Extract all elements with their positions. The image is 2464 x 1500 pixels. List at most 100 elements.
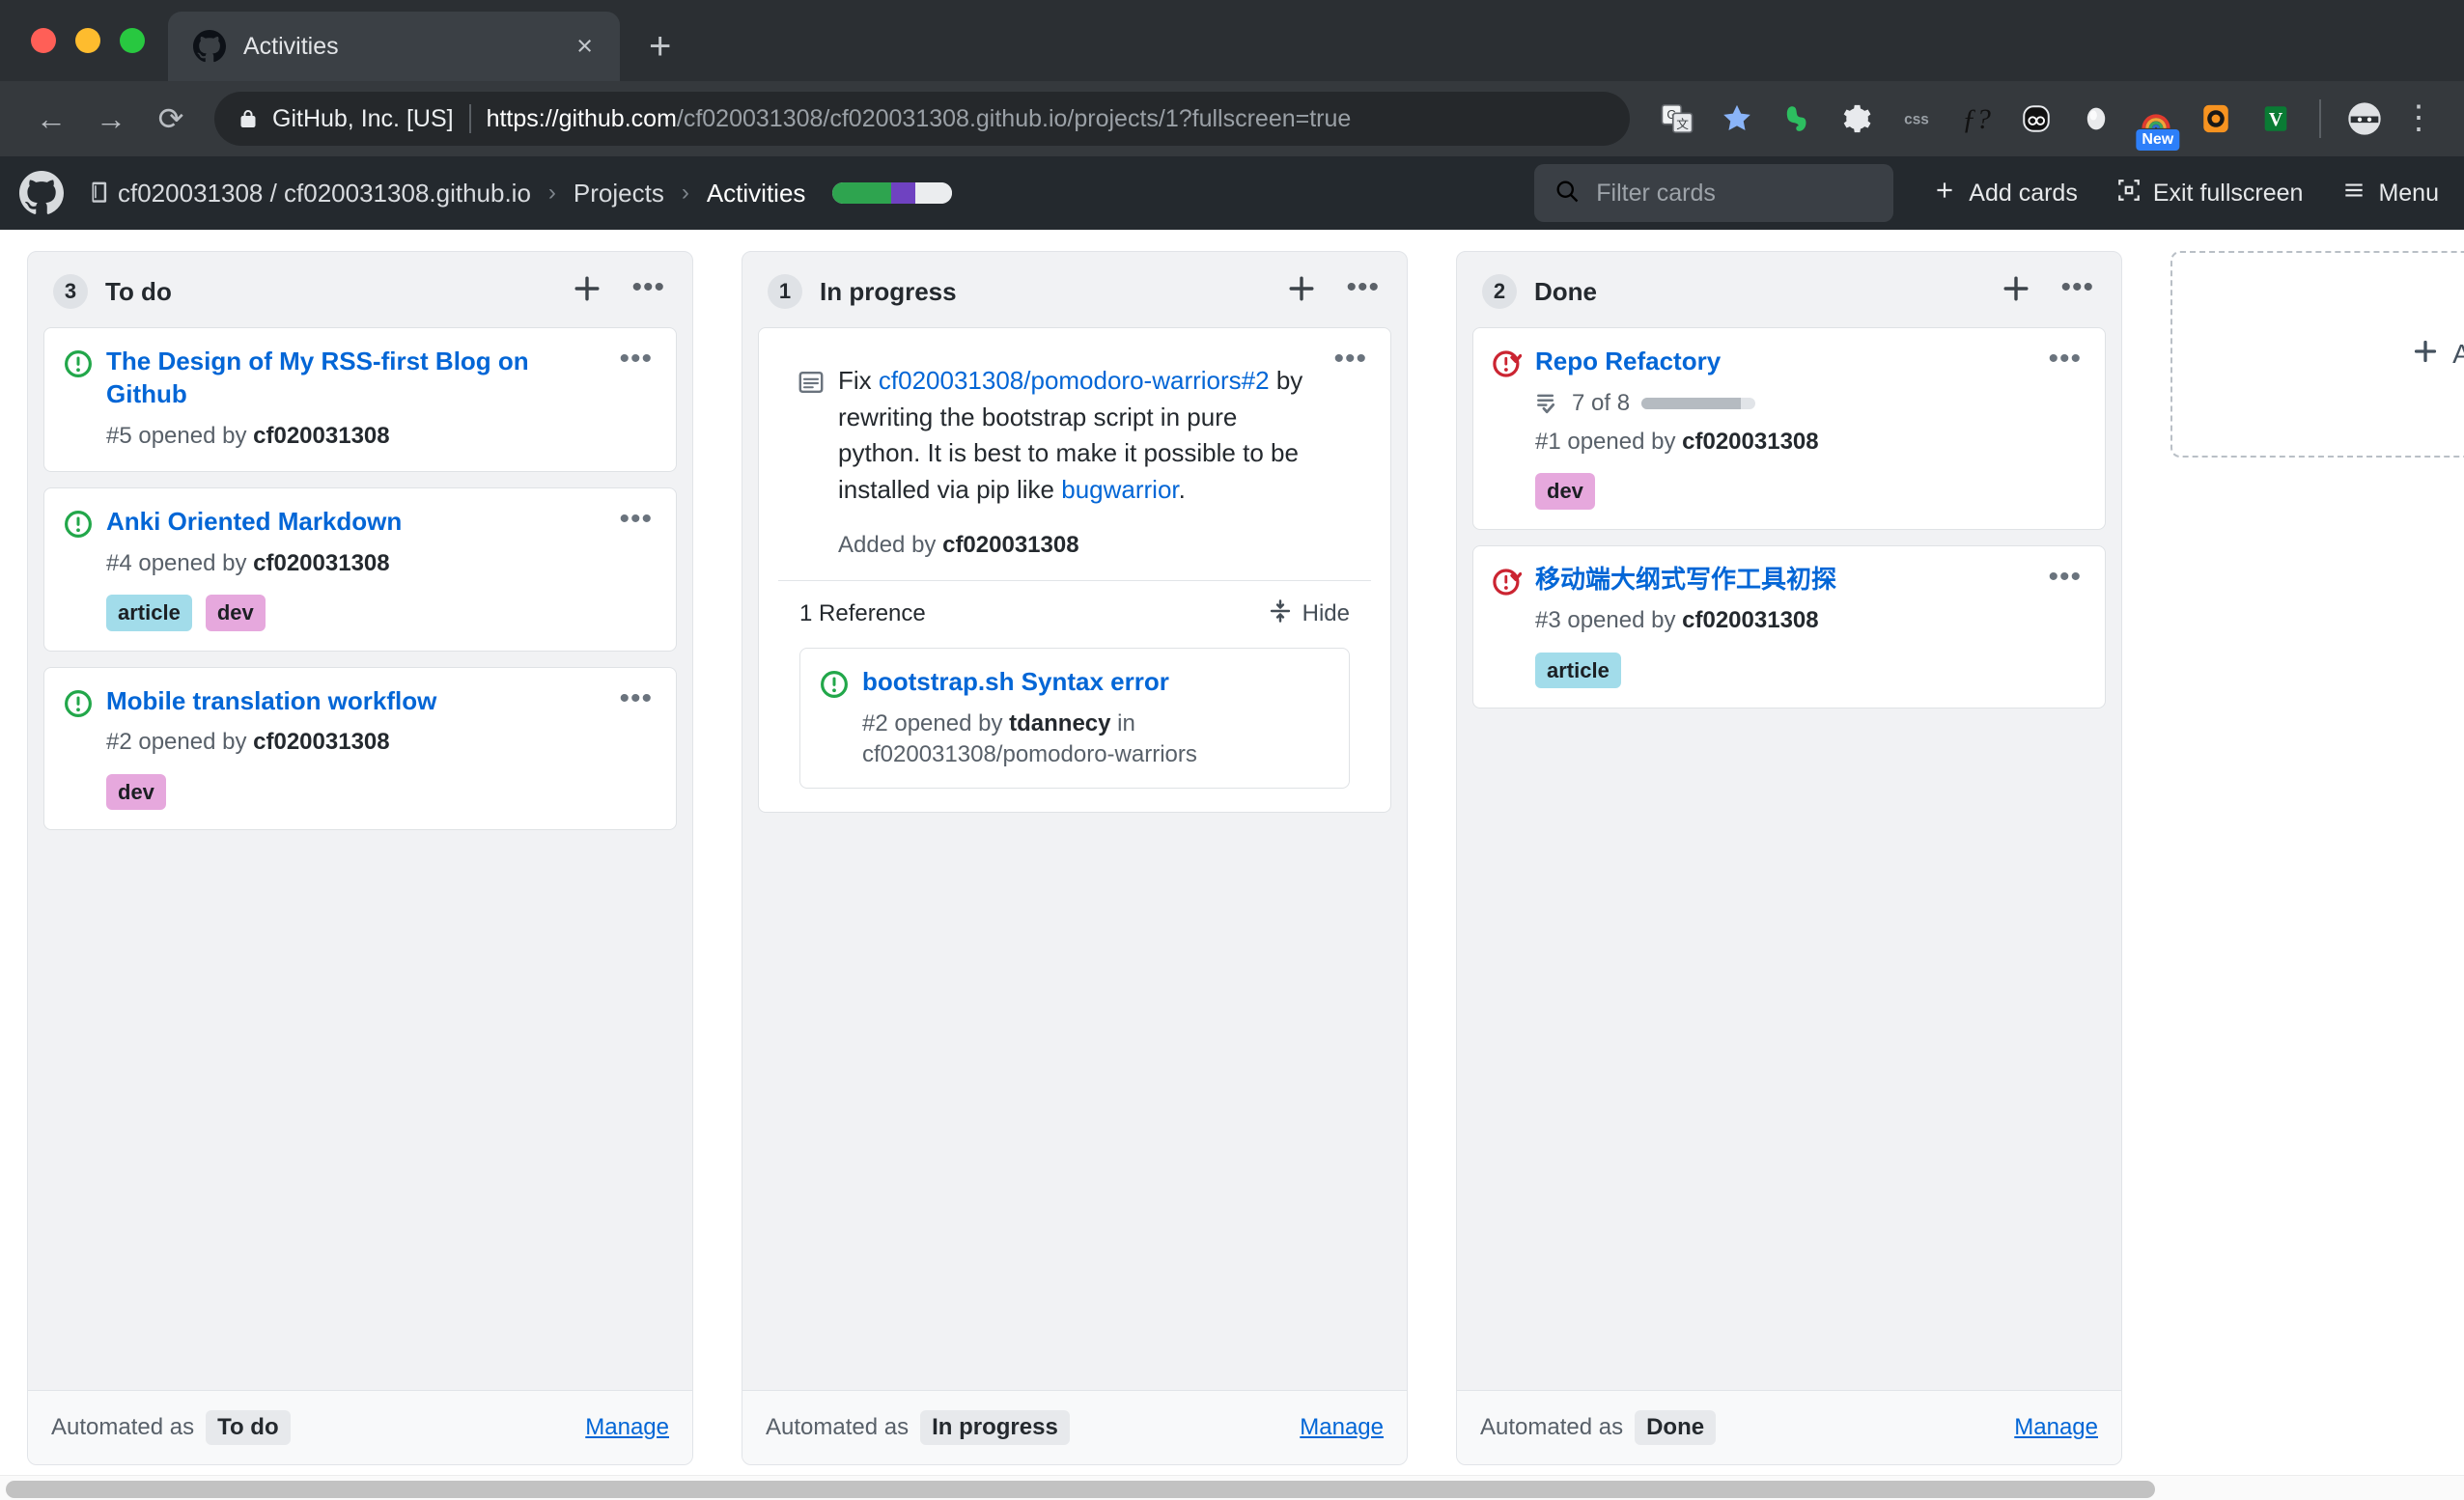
issue-closed-icon [1493,568,1523,597]
svg-text:文: 文 [1676,117,1689,131]
svg-text:V: V [2269,109,2283,130]
note-content: Fix cf020031308/pomodoro-warriors#2 by r… [838,363,1352,559]
automation-status: Automated as To do [51,1410,585,1445]
avatar-ninja-icon[interactable] [2335,89,2394,149]
github-mark-icon[interactable] [19,171,64,215]
site-identity: GitHub, Inc. [US] [272,104,454,132]
horizontal-scrollbar[interactable] [0,1475,2464,1500]
plus-icon [2412,338,2439,372]
url-origin: https://github.com [486,104,677,132]
toolbar-divider [2319,99,2321,138]
card-menu-button[interactable]: ••• [613,345,658,374]
gem-icon[interactable] [2066,89,2126,149]
reload-button[interactable]: ⟳ [141,103,201,134]
board-card[interactable]: The Design of My RSS-first Blog on Githu… [43,327,677,472]
add-cards-button[interactable]: Add cards [1932,178,2078,209]
evernote-icon[interactable] [1767,89,1827,149]
card-menu-button[interactable]: ••• [613,683,658,712]
reference-card[interactable]: bootstrap.sh Syntax error #2 opened by td… [799,647,1350,790]
pocket-oo-icon[interactable] [2006,89,2066,149]
add-column-button[interactable]: Add column [2170,251,2464,458]
rainbow-arc-icon[interactable]: New [2126,89,2186,151]
url-path: /cf020031308/cf020031308.github.io/proje… [676,104,1352,132]
automation-status: Automated as Done [1480,1410,2014,1445]
add-card-to-column-button[interactable] [1995,273,2037,310]
card-menu-button[interactable]: ••• [1328,345,1373,374]
add-card-to-column-button[interactable] [1280,273,1323,310]
references-list: bootstrap.sh Syntax error #2 opened by td… [778,647,1371,813]
manage-automation-link[interactable]: Manage [585,1414,669,1441]
filter-cards-input[interactable] [1596,179,1875,208]
hide-label: Hide [1302,600,1350,627]
maximize-window-button[interactable] [120,28,145,53]
card-title[interactable]: Repo Refactory [1535,346,2041,378]
board-card[interactable]: Mobile translation workflow #2 opened by … [43,666,677,831]
chrome-menu-icon[interactable]: ⋮ [2394,101,2443,134]
forward-button[interactable]: → [81,103,141,134]
card-menu-button[interactable]: ••• [2042,562,2087,591]
filter-cards-box[interactable] [1534,164,1894,222]
progress-segment-done [832,182,892,204]
scrollbar-thumb[interactable] [6,1481,2155,1498]
column-menu-button[interactable]: ••• [2055,272,2100,304]
label-article[interactable]: article [1535,652,1621,689]
card-labels: dev [1535,473,2041,510]
close-tab-button[interactable]: × [571,32,599,61]
column-menu-button[interactable]: ••• [626,272,671,304]
board-card[interactable]: Fix cf020031308/pomodoro-warriors#2 by r… [758,327,1391,814]
label-dev[interactable]: dev [106,773,166,811]
orange-circle-icon[interactable] [2186,89,2246,149]
window-controls [21,0,168,81]
css-icon[interactable]: css [1887,89,1946,149]
card-row: 移动端大纲式写作工具初探 #3 opened by cf020031308 arti… [1493,564,2086,689]
card-menu-button[interactable]: ••• [613,504,658,533]
vimium-v-icon[interactable]: V [2246,89,2306,149]
lock-icon [239,108,257,129]
card-title[interactable]: The Design of My RSS-first Blog on Githu… [106,346,612,411]
label-article[interactable]: article [106,595,192,631]
automation-prefix: Automated as [51,1414,195,1440]
close-window-button[interactable] [31,28,56,53]
address-bar[interactable]: GitHub, Inc. [US] https://github.com/cf0… [214,92,1630,146]
exit-fullscreen-button[interactable]: Exit fullscreen [2116,178,2303,209]
card-content: Mobile translation workflow #2 opened by … [106,685,657,811]
new-tab-button[interactable]: + [620,27,700,81]
add-card-to-column-button[interactable] [566,273,608,310]
breadcrumb-projects[interactable]: Projects [574,179,664,208]
card-title[interactable]: Mobile translation workflow [106,685,612,718]
task-progress-bar [1641,397,1756,409]
reference-title[interactable]: bootstrap.sh Syntax error [862,666,1330,699]
task-progress-fill [1641,397,1742,409]
column-menu-button[interactable]: ••• [1340,272,1386,304]
breadcrumb-current: Activities [706,178,806,208]
column-header: 3 To do ••• [28,252,692,327]
menu-label: Menu [2378,179,2439,207]
google-translate-icon[interactable]: G 文 [1647,89,1707,149]
board-card[interactable]: Repo Refactory 7 of 8 #1 opened by cf02003… [1472,327,2106,530]
hide-references-button[interactable]: Hide [1268,598,1350,630]
column-card-count: 1 [768,274,802,309]
function-icon[interactable]: ƒ? [1946,89,2006,149]
card-row: Mobile translation workflow #2 opened by … [64,685,657,811]
card-title[interactable]: 移动端大纲式写作工具初探 [1535,564,2041,597]
bookmark-star-icon[interactable] [1707,89,1767,149]
note-link[interactable]: cf020031308/pomodoro-warriors#2 [879,366,1270,395]
board-card[interactable]: 移动端大纲式写作工具初探 #3 opened by cf020031308 arti… [1472,544,2106,709]
back-button[interactable]: ← [21,103,81,134]
menu-button[interactable]: Menu [2341,178,2439,209]
manage-automation-link[interactable]: Manage [1300,1414,1384,1441]
browser-toolbar: ← → ⟳ GitHub, Inc. [US] https://github.c… [0,81,2464,156]
card-labels: article dev [106,595,612,631]
note-link[interactable]: bugwarrior [1061,475,1178,504]
task-progress-text: 7 of 8 [1572,389,1631,416]
browser-tab[interactable]: Activities × [168,12,620,81]
card-menu-button[interactable]: ••• [2042,345,2087,374]
label-dev[interactable]: dev [1535,473,1595,510]
board-card[interactable]: Anki Oriented Markdown #4 opened by cf020… [43,486,677,652]
gear-icon[interactable] [1827,89,1887,149]
minimize-window-button[interactable] [75,28,100,53]
card-title[interactable]: Anki Oriented Markdown [106,506,612,539]
manage-automation-link[interactable]: Manage [2014,1414,2098,1441]
label-dev[interactable]: dev [205,595,266,631]
breadcrumb-repo[interactable]: cf020031308 / cf020031308.github.io [118,179,531,208]
